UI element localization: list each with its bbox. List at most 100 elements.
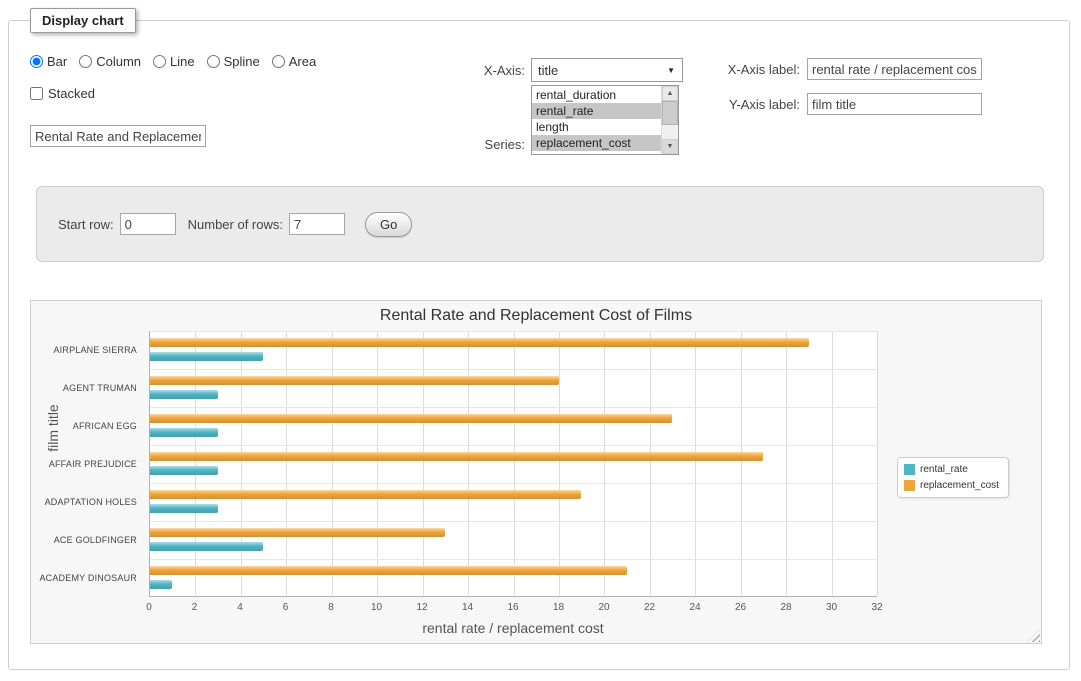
category-label: AFFAIR PREJUDICE <box>31 445 137 483</box>
x-axis-select-label: X-Axis: <box>445 63 525 78</box>
x-axis-ticks: 02468101214161820222426283032 <box>149 602 877 614</box>
radio-bar[interactable] <box>30 55 43 68</box>
bar-replacement_cost <box>150 528 445 537</box>
grid-line <box>150 445 877 446</box>
x-tick-label: 2 <box>192 602 198 613</box>
category-label: ACE GOLDFINGER <box>31 521 137 559</box>
chart-type-radio-group: Bar Column Line Spline Area <box>30 54 328 69</box>
series-option-rental_rate[interactable]: rental_rate <box>532 103 661 119</box>
legend-label: rental_rate <box>920 464 968 475</box>
radio-label-area: Area <box>289 54 316 69</box>
grid-line <box>195 331 196 596</box>
x-axis-label-label: X-Axis label: <box>710 62 800 77</box>
series-scrollbar[interactable]: ▲ ▼ <box>661 86 678 154</box>
plot-area <box>149 331 877 597</box>
radio-column[interactable] <box>79 55 92 68</box>
grid-line <box>741 331 742 596</box>
x-tick-label: 0 <box>146 602 152 613</box>
scrollbar-thumb[interactable] <box>662 101 678 125</box>
series-option-length[interactable]: length <box>532 119 661 135</box>
panel-title: Display chart <box>30 8 136 33</box>
x-axis-title: rental rate / replacement cost <box>149 620 877 636</box>
category-label: AIRPLANE SIERRA <box>31 331 137 369</box>
grid-line <box>468 331 469 596</box>
radio-option-line[interactable]: Line <box>153 54 195 69</box>
y-axis-label-row: Y-Axis label: <box>710 93 982 115</box>
stacked-label: Stacked <box>48 86 95 101</box>
start-row-input[interactable] <box>120 213 176 235</box>
radio-area[interactable] <box>272 55 285 68</box>
grid-line <box>559 331 560 596</box>
radio-option-area[interactable]: Area <box>272 54 316 69</box>
bar-replacement_cost <box>150 452 763 461</box>
series-select-row: Series: rental_durationrental_ratelength… <box>445 85 679 155</box>
grid-line <box>514 331 515 596</box>
scroll-down-icon[interactable]: ▼ <box>662 139 678 154</box>
bar-rental_rate <box>150 542 263 551</box>
x-axis-select[interactable]: title ▼ <box>531 58 683 82</box>
category-axis: AIRPLANE SIERRAAGENT TRUMANAFRICAN EGGAF… <box>31 331 143 597</box>
chart-title-input[interactable] <box>30 125 206 147</box>
legend-label: replacement_cost <box>920 480 999 491</box>
x-axis-selected-value: title <box>538 63 558 78</box>
radio-option-bar[interactable]: Bar <box>30 54 67 69</box>
resize-grip-icon[interactable] <box>1027 629 1040 642</box>
x-tick-label: 20 <box>598 602 609 613</box>
radio-option-spline[interactable]: Spline <box>207 54 260 69</box>
radio-line[interactable] <box>153 55 166 68</box>
series-option-rental_duration[interactable]: rental_duration <box>532 87 661 103</box>
grid-line <box>150 521 877 522</box>
x-tick-label: 8 <box>328 602 334 613</box>
bar-rental_rate <box>150 428 218 437</box>
dropdown-arrow-icon: ▼ <box>667 67 675 75</box>
display-chart-panel: Display chart BarColumnLineSplineArea St… <box>8 20 1070 670</box>
series-option-replacement_cost[interactable]: replacement_cost <box>532 135 661 151</box>
series-listbox[interactable]: rental_durationrental_ratelengthreplacem… <box>531 85 679 155</box>
scroll-up-icon[interactable]: ▲ <box>662 86 678 101</box>
x-tick-label: 30 <box>826 602 837 613</box>
x-tick-label: 16 <box>507 602 518 613</box>
x-tick-label: 12 <box>416 602 427 613</box>
legend-item-rental_rate[interactable]: rental_rate <box>904 464 999 475</box>
bar-replacement_cost <box>150 490 581 499</box>
legend-item-replacement_cost[interactable]: replacement_cost <box>904 480 999 491</box>
bar-rental_rate <box>150 352 263 361</box>
radio-label-spline: Spline <box>224 54 260 69</box>
bar-rental_rate <box>150 504 218 513</box>
series-label: Series: <box>445 137 525 152</box>
category-label: ADAPTATION HOLES <box>31 483 137 521</box>
legend-swatch <box>904 480 915 491</box>
go-button[interactable]: Go <box>365 212 412 237</box>
category-label: AFRICAN EGG <box>31 407 137 445</box>
radio-spline[interactable] <box>207 55 220 68</box>
x-tick-label: 28 <box>780 602 791 613</box>
grid-line <box>150 559 877 560</box>
grid-line <box>150 407 877 408</box>
y-axis-label-input[interactable] <box>807 93 982 115</box>
number-of-rows-input[interactable] <box>289 213 345 235</box>
x-tick-label: 32 <box>871 602 882 613</box>
category-label: AGENT TRUMAN <box>31 369 137 407</box>
start-row-label: Start row: <box>58 217 114 232</box>
x-tick-label: 10 <box>371 602 382 613</box>
radio-option-column[interactable]: Column <box>79 54 141 69</box>
chart: Rental Rate and Replacement Cost of Film… <box>30 300 1042 644</box>
bar-rental_rate <box>150 580 172 589</box>
x-axis-label-input[interactable] <box>807 58 982 80</box>
number-of-rows-label: Number of rows: <box>188 217 283 232</box>
x-tick-label: 22 <box>644 602 655 613</box>
grid-line <box>604 331 605 596</box>
chart-legend: rental_rate replacement_cost <box>897 457 1009 498</box>
stacked-checkbox[interactable] <box>30 87 43 100</box>
radio-label-column: Column <box>96 54 141 69</box>
bar-replacement_cost <box>150 414 672 423</box>
x-tick-label: 4 <box>237 602 243 613</box>
grid-line <box>423 331 424 596</box>
x-tick-label: 24 <box>689 602 700 613</box>
legend-swatch <box>904 464 915 475</box>
radio-label-bar: Bar <box>47 54 67 69</box>
x-tick-label: 18 <box>553 602 564 613</box>
bar-replacement_cost <box>150 338 809 347</box>
radio-label-line: Line <box>170 54 195 69</box>
x-axis-label-row: X-Axis label: <box>710 58 982 80</box>
